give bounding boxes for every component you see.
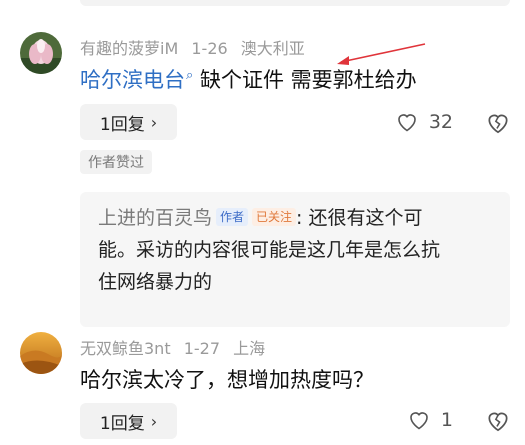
comment-date: 1-27 xyxy=(183,339,221,358)
comment-text: 哈尔滨太冷了，想增加热度吗？ xyxy=(80,368,374,392)
like-button[interactable]: 32 xyxy=(395,110,453,134)
username[interactable]: 无双鲸鱼3nt xyxy=(80,339,171,358)
chevron-right-icon: › xyxy=(150,411,158,431)
search-icon: ⌕ xyxy=(186,68,194,83)
comment-text: 哈尔滨电台⌕ 缺个证件 需要郭杜给办 xyxy=(80,64,417,94)
reply-username[interactable]: 上进的百灵鸟 xyxy=(98,207,212,229)
comment-body: 缺个证件 需要郭杜给办 xyxy=(199,68,417,92)
comment-meta: 无双鲸鱼3nt 1-27 上海 xyxy=(80,335,273,359)
broken-heart-icon[interactable] xyxy=(485,408,511,434)
reply-count-label: 1回复 xyxy=(99,413,145,434)
author-liked-badge: 作者赞过 xyxy=(80,150,152,174)
heart-icon xyxy=(410,412,428,430)
like-count: 32 xyxy=(428,111,453,133)
reply-text: : 还很有这个可 xyxy=(296,207,423,229)
reply-preview[interactable]: 上进的百灵鸟 作者 已关注: 还很有这个可 能。采访的内容很可能是这几年是怎么抗 住… xyxy=(80,192,510,327)
author-tag: 作者 xyxy=(216,208,249,226)
like-count: 1 xyxy=(440,409,453,431)
mention-link[interactable]: 哈尔滨电台⌕ xyxy=(80,68,193,92)
previous-card-edge xyxy=(80,0,510,6)
comment-location: 上海 xyxy=(233,339,266,358)
avatar[interactable] xyxy=(20,32,62,74)
username[interactable]: 有趣的菠萝iM xyxy=(80,39,178,58)
comment-meta: 有趣的菠萝iM 1-26 澳大利亚 xyxy=(80,35,313,59)
avatar[interactable] xyxy=(20,332,62,374)
reply-line: 上进的百灵鸟 作者 已关注: 还很有这个可 xyxy=(98,202,492,234)
comment-location: 澳大利亚 xyxy=(240,39,305,58)
reply-line: 住网络暴力的 xyxy=(98,271,213,293)
like-button[interactable]: 1 xyxy=(407,408,453,432)
reply-line: 能。采访的内容很可能是这几年是怎么抗 xyxy=(98,239,441,261)
heart-icon xyxy=(398,114,416,132)
reply-count-label: 1回复 xyxy=(99,114,145,135)
chevron-right-icon: › xyxy=(150,112,158,132)
broken-heart-icon[interactable] xyxy=(485,110,511,136)
comment-date: 1-26 xyxy=(191,39,228,58)
view-replies-button[interactable]: 1回复 › xyxy=(80,104,177,140)
view-replies-button[interactable]: 1回复 › xyxy=(80,403,177,439)
followed-tag: 已关注 xyxy=(252,208,297,226)
